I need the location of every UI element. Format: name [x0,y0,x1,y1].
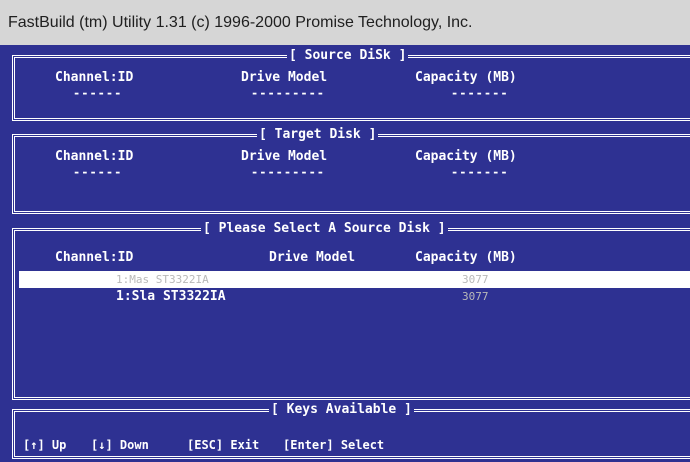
key-up-hint: [↑] Up [23,438,66,452]
select-capacity-header: Capacity (MB) [415,250,517,265]
source-disk-panel: [ Source DiSk ] Channel:ID Drive Model C… [12,48,690,121]
bios-background: [ Source DiSk ] Channel:ID Drive Model C… [0,45,690,462]
disk-row-selected[interactable]: 1:Mas ST3322IA 3077 [19,271,690,288]
down-arrow-key: [↓] [91,438,113,452]
target-channel-header: Channel:ID [55,149,134,164]
key-down-hint: [↓] Down [91,438,149,452]
window-title: FastBuild (tm) Utility 1.31 (c) 1996-200… [0,0,690,45]
target-channel-value: ------ [73,165,123,179]
source-capacity-header: Capacity (MB) [415,70,517,85]
disk-row-channel-model: 1:Mas ST3322IA [116,273,209,286]
select-source-panel: [ Please Select A Source Disk ] Channel:… [12,221,690,400]
select-model-header: Drive Model [269,250,356,265]
esc-action: Exit [230,438,260,452]
key-enter-hint: [Enter] Select [283,438,384,452]
down-action: Down [119,438,149,452]
up-action: Up [51,438,67,452]
disk-row-capacity: 3077 [462,290,489,303]
disk-row-capacity: 3077 [462,273,489,286]
disk-row[interactable]: 1:Sla ST3322IA 3077 [19,288,690,305]
up-arrow-key: [↑] [23,438,45,452]
source-capacity-value: ------- [451,86,509,100]
select-channel-header: Channel:ID [55,250,134,265]
target-model-value: --------- [251,165,326,179]
select-source-title: [ Please Select A Source Disk ] [201,221,448,237]
target-disk-panel: [ Target Disk ] Channel:ID Drive Model C… [12,127,690,214]
source-channel-value: ------ [73,86,123,100]
source-disk-title: [ Source DiSk ] [287,48,409,64]
target-capacity-header: Capacity (MB) [415,149,517,164]
target-model-header: Drive Model [241,149,328,164]
fastbuild-screen: FastBuild (tm) Utility 1.31 (c) 1996-200… [0,0,690,462]
key-esc-hint: [ESC] Exit [187,438,259,452]
source-channel-header: Channel:ID [55,70,134,85]
esc-key: [ESC] [187,438,224,452]
target-disk-title: [ Target Disk ] [257,127,379,143]
enter-action: Select [340,438,385,452]
source-model-value: --------- [251,86,326,100]
keys-title: [ Keys Available ] [269,402,414,418]
disk-row-channel-model: 1:Sla ST3322IA [116,289,226,304]
enter-key: [Enter] [283,438,334,452]
keys-panel: [ Keys Available ] [↑] Up [↓] Down [ESC]… [12,402,690,459]
target-capacity-value: ------- [451,165,509,179]
source-model-header: Drive Model [241,70,328,85]
